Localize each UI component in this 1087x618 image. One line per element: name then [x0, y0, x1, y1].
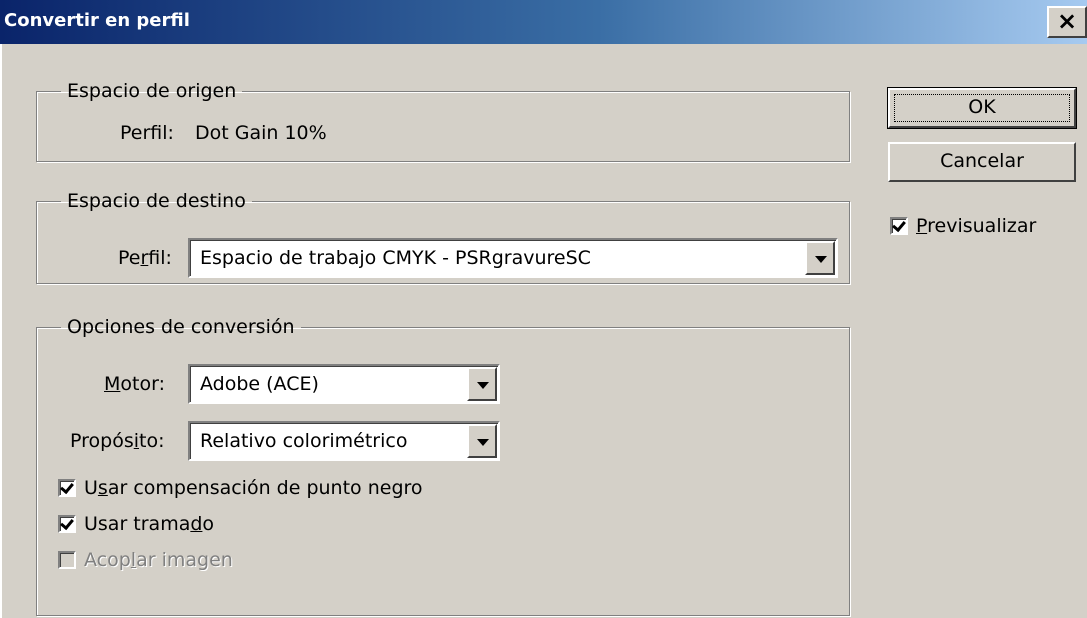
checkbox-empty-icon — [58, 551, 76, 569]
preview-checkbox[interactable]: Previsualizar — [890, 215, 1036, 237]
source-profile-label: Perfil: — [120, 122, 174, 144]
flatten-image-label: Acoplar imagen — [84, 549, 233, 571]
close-icon: × — [1056, 7, 1078, 35]
black-point-compensation-label: Usar compensación de punto negro — [84, 477, 423, 499]
source-space-group: Espacio de origen — [36, 80, 850, 162]
intent-value: Relativo colorimétrico — [200, 430, 408, 452]
window-title: Convertir en perfil — [4, 10, 190, 31]
use-dither-checkbox[interactable]: Usar tramado — [58, 513, 214, 535]
intent-label: Propósito: — [70, 430, 165, 452]
black-point-compensation-checkbox[interactable]: Usar compensación de punto negro — [58, 477, 423, 499]
close-button[interactable]: × — [1047, 6, 1087, 38]
intent-dropdown[interactable]: Relativo colorimétrico — [188, 421, 500, 461]
destination-profile-dropdown[interactable]: Espacio de trabajo CMYK - PSRgravureSC — [188, 238, 838, 278]
chevron-down-icon[interactable] — [467, 367, 497, 401]
dialog-body: Espacio de origen Perfil: Dot Gain 10% E… — [0, 44, 1087, 618]
preview-label: Previsualizar — [916, 215, 1037, 237]
ok-button[interactable]: OK — [887, 87, 1077, 129]
conversion-options-group: Opciones de conversión — [36, 316, 850, 616]
engine-label: Motor: — [104, 373, 165, 395]
checkmark-icon[interactable] — [890, 217, 908, 235]
source-profile-value: Dot Gain 10% — [195, 122, 327, 144]
destination-profile-value: Espacio de trabajo CMYK - PSRgravureSC — [200, 247, 591, 269]
source-space-legend: Espacio de origen — [67, 80, 237, 102]
ok-button-label: OK — [968, 96, 996, 118]
cancel-button[interactable]: Cancelar — [888, 142, 1076, 182]
engine-value: Adobe (ACE) — [200, 373, 319, 395]
cancel-button-label: Cancelar — [940, 150, 1024, 172]
title-bar[interactable]: Convertir en perfil × — [0, 0, 1087, 44]
chevron-down-icon[interactable] — [467, 424, 497, 458]
checkmark-icon[interactable] — [58, 479, 76, 497]
engine-dropdown[interactable]: Adobe (ACE) — [188, 364, 500, 404]
flatten-image-checkbox: Acoplar imagen — [58, 549, 233, 571]
checkmark-icon[interactable] — [58, 515, 76, 533]
conversion-options-legend: Opciones de conversión — [67, 316, 295, 338]
destination-space-legend: Espacio de destino — [67, 190, 246, 212]
destination-profile-label: Perfil: — [118, 247, 172, 269]
use-dither-label: Usar tramado — [84, 513, 215, 535]
chevron-down-icon[interactable] — [805, 241, 835, 275]
